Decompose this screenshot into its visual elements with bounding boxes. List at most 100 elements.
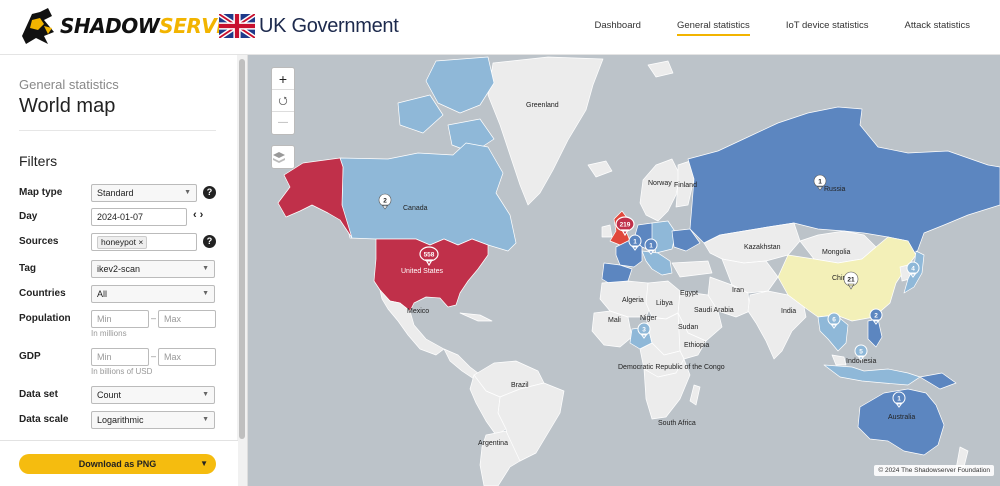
marker-count: 1 bbox=[818, 179, 822, 186]
country-iceland[interactable] bbox=[587, 160, 613, 178]
country-turkey[interactable] bbox=[671, 260, 713, 278]
label-argentina: Argentina bbox=[478, 440, 508, 447]
label-drc: Democratic Republic of the Congo bbox=[618, 364, 725, 371]
label-libya: Libya bbox=[656, 300, 673, 307]
reset-view-button[interactable]: ⭯ bbox=[272, 90, 294, 112]
map-type-label: Map type bbox=[19, 187, 63, 198]
label-brazil: Brazil bbox=[511, 382, 529, 389]
main-nav: Dashboard General statistics IoT device … bbox=[558, 20, 970, 36]
download-png-label: Download as PNG bbox=[78, 459, 157, 469]
chevron-down-icon: ▼ bbox=[202, 290, 209, 297]
shadowserver-logo[interactable]: SHADOWSERVER bbox=[18, 6, 245, 46]
next-day-icon[interactable]: › bbox=[200, 209, 207, 221]
label-norway: Norway bbox=[648, 180, 672, 187]
world-map[interactable]: Greenland Canada United States Mexico Br… bbox=[248, 55, 1000, 486]
map-type-select[interactable]: Standard ▼ bbox=[91, 184, 197, 202]
country-italy-balkans[interactable] bbox=[641, 250, 673, 276]
label-algeria: Algeria bbox=[622, 297, 644, 304]
sidebar-footer: Download as PNG ▼ bbox=[0, 440, 238, 486]
label-canada: Canada bbox=[403, 205, 428, 212]
population-range-separator: – bbox=[151, 313, 157, 323]
gdp-min-input[interactable]: Min bbox=[91, 348, 149, 366]
label-south-africa: South Africa bbox=[658, 420, 696, 427]
marker-count: 2 bbox=[874, 313, 878, 320]
label-egypt: Egypt bbox=[680, 290, 698, 297]
zoom-control: + ⭯ — bbox=[271, 67, 295, 135]
population-hint: In millions bbox=[91, 329, 127, 338]
data-scale-select[interactable]: Logarithmic ▼ bbox=[91, 411, 215, 429]
site-header: SHADOWSERVER UK Government Dashboard Gen… bbox=[0, 0, 1000, 55]
filter-map-type: Map type Standard ▼ ? bbox=[19, 184, 224, 204]
countries-value: All bbox=[97, 289, 108, 299]
country-cuba[interactable] bbox=[459, 312, 493, 322]
sources-multiselect[interactable]: honeypot × bbox=[91, 233, 197, 251]
zoom-out-button[interactable]: — bbox=[272, 112, 294, 134]
population-max-placeholder: Max bbox=[164, 314, 182, 324]
country-greenland[interactable] bbox=[487, 56, 604, 206]
previous-day-icon[interactable]: ‹ bbox=[193, 209, 200, 221]
marker-count: 2 bbox=[383, 198, 387, 205]
population-max-input[interactable]: Max bbox=[158, 310, 216, 328]
day-input[interactable]: 2024-01-07 bbox=[91, 208, 187, 226]
nav-iot-device-statistics[interactable]: IoT device statistics bbox=[786, 20, 869, 36]
population-label: Population bbox=[19, 313, 71, 324]
uk-government-logo[interactable]: UK Government bbox=[219, 14, 399, 38]
filter-gdp: GDP Min – Max bbox=[19, 348, 224, 368]
sidebar-scrollbar[interactable] bbox=[237, 55, 247, 486]
nav-attack-statistics[interactable]: Attack statistics bbox=[905, 20, 970, 36]
country-norway-sweden[interactable] bbox=[639, 158, 681, 222]
sources-help-icon[interactable]: ? bbox=[203, 235, 216, 248]
nav-dashboard[interactable]: Dashboard bbox=[594, 20, 640, 36]
label-india: India bbox=[781, 308, 796, 315]
label-finland: Finland bbox=[674, 182, 697, 189]
nav-general-statistics[interactable]: General statistics bbox=[676, 20, 750, 36]
marker-count: 3 bbox=[642, 327, 646, 334]
countries-select[interactable]: All ▼ bbox=[91, 285, 215, 303]
dropdown-caret-icon[interactable]: ▼ bbox=[200, 454, 208, 474]
filter-countries: Countries All ▼ bbox=[19, 285, 224, 305]
map-type-help-icon[interactable]: ? bbox=[203, 186, 216, 199]
tag-select[interactable]: ikev2-scan ▼ bbox=[91, 260, 215, 278]
source-chip-honeypot: honeypot × bbox=[97, 236, 148, 249]
filter-data-set: Data set Count ▼ bbox=[19, 386, 224, 406]
label-sudan: Sudan bbox=[678, 324, 698, 331]
marker-count: 558 bbox=[424, 252, 435, 259]
map-type-value: Standard bbox=[97, 188, 134, 198]
country-canada[interactable] bbox=[339, 142, 517, 252]
country-canada-islands[interactable] bbox=[397, 56, 495, 154]
world-map-svg[interactable]: Greenland Canada United States Mexico Br… bbox=[248, 55, 1000, 486]
label-mexico: Mexico bbox=[407, 308, 429, 315]
country-svalbard[interactable] bbox=[647, 60, 674, 78]
sidebar-scrollbar-thumb[interactable] bbox=[239, 59, 245, 439]
data-set-select[interactable]: Count ▼ bbox=[91, 386, 215, 404]
shadowserver-logo-icon bbox=[22, 8, 54, 44]
gdp-max-placeholder: Max bbox=[164, 352, 182, 362]
sources-label: Sources bbox=[19, 236, 59, 247]
label-ethiopia: Ethiopia bbox=[684, 342, 709, 349]
marker-count: 1 bbox=[649, 243, 653, 250]
country-alaska[interactable] bbox=[277, 157, 353, 239]
filters-sidebar: General statistics World map Filters Map… bbox=[0, 55, 248, 486]
country-malaysia[interactable] bbox=[831, 354, 847, 366]
zoom-in-button[interactable]: + bbox=[272, 68, 294, 90]
filter-day: Day 2024-01-07 ‹› bbox=[19, 208, 224, 228]
layers-button[interactable] bbox=[271, 145, 295, 169]
marker-count: 1 bbox=[897, 396, 901, 403]
country-central-america[interactable] bbox=[443, 348, 479, 380]
label-mali: Mali bbox=[608, 317, 621, 324]
download-png-button[interactable]: Download as PNG ▼ bbox=[19, 454, 216, 474]
source-chip-label: honeypot bbox=[101, 237, 136, 247]
marker-count: 4 bbox=[911, 266, 915, 273]
filter-sources: Sources honeypot × ? bbox=[19, 233, 224, 253]
marker-count: 6 bbox=[832, 317, 836, 324]
data-set-value: Count bbox=[97, 390, 122, 400]
country-ireland[interactable] bbox=[601, 224, 613, 238]
country-indonesia[interactable] bbox=[823, 364, 921, 386]
day-value: 2024-01-07 bbox=[97, 212, 144, 222]
country-madagascar[interactable] bbox=[689, 384, 701, 406]
remove-chip-icon[interactable]: × bbox=[138, 237, 143, 247]
data-scale-value: Logarithmic bbox=[97, 415, 144, 425]
country-papua-new-guinea[interactable] bbox=[919, 372, 957, 390]
gdp-max-input[interactable]: Max bbox=[158, 348, 216, 366]
population-min-input[interactable]: Min bbox=[91, 310, 149, 328]
